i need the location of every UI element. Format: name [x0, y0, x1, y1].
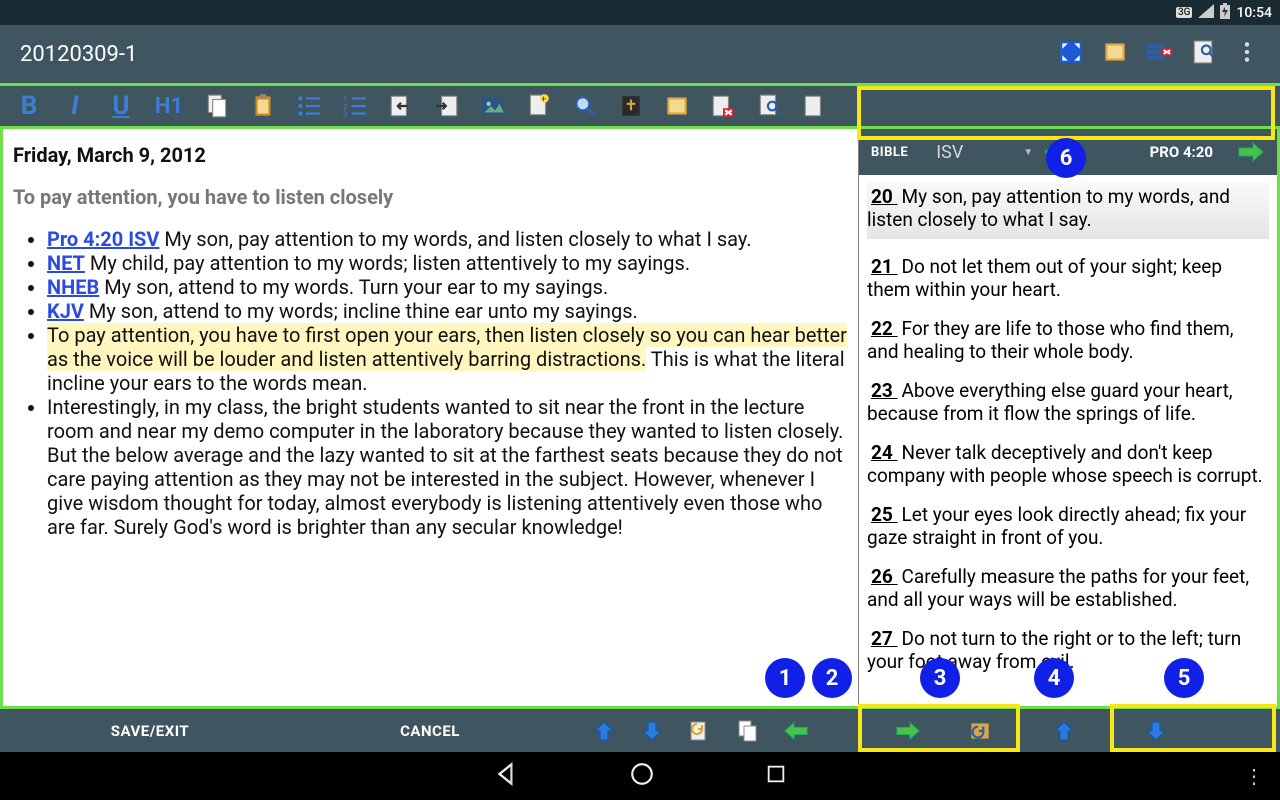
bible-prev-button[interactable] — [772, 708, 820, 754]
verse-text: Do not let them out of your sight; keep … — [867, 255, 1222, 301]
svg-text:+: + — [541, 95, 546, 105]
entry-date: Friday, March 9, 2012 — [13, 143, 848, 167]
list-item: To pay attention, you have to first open… — [47, 323, 848, 395]
signal-icon — [1198, 4, 1214, 22]
verse[interactable]: 27 Do not turn to the right or to the le… — [867, 627, 1269, 673]
verse-ref-link[interactable]: Pro 4:20 ISV — [47, 227, 159, 251]
next-verse-button[interactable] — [1237, 141, 1265, 163]
copy-button[interactable] — [194, 86, 240, 126]
search-button[interactable] — [562, 86, 608, 126]
verse-ref-link[interactable]: KJV — [47, 299, 84, 323]
verse[interactable]: 22 For they are life to those who find t… — [867, 317, 1269, 363]
cancel-button[interactable]: CANCEL — [300, 722, 560, 740]
editor-down-button[interactable] — [628, 708, 676, 754]
verse-ref-link[interactable]: NET — [47, 251, 85, 275]
extra-button[interactable] — [792, 86, 838, 126]
bible-text[interactable]: 20 My son, pay attention to my words, an… — [859, 175, 1277, 706]
list-item: NHEB My son, attend to my words. Turn yo… — [47, 275, 848, 299]
list-item: Pro 4:20 ISV My son, pay attention to my… — [47, 227, 848, 251]
dropdown-icon[interactable]: ▼ — [1023, 147, 1033, 158]
bible-version-select[interactable]: ISV — [936, 142, 963, 163]
verse-number: 21 — [867, 255, 902, 278]
outdent-button[interactable] — [378, 86, 424, 126]
verse[interactable]: 23 Above everything else guard your hear… — [867, 379, 1269, 425]
list-item: NET My child, pay attention to my words;… — [47, 251, 848, 275]
home-button[interactable] — [629, 761, 655, 791]
bottom-action-bar: SAVE/EXIT CANCEL — [0, 706, 1280, 752]
verse-text: Carefully measure the paths for your fee… — [867, 565, 1249, 611]
list-item: Interestingly, in my class, the bright s… — [47, 395, 848, 539]
bible-label: BIBLE — [871, 145, 908, 160]
find-in-doc-button[interactable] — [746, 86, 792, 126]
editor-toolbar: B I U H1 123 + — [0, 83, 1280, 129]
nav-overflow-icon[interactable]: ⋮ — [1244, 764, 1264, 788]
verse-text: My son, pay attention to my words, and l… — [867, 185, 1230, 231]
document-title: 20120309-1 — [20, 42, 137, 67]
verse[interactable]: 26 Carefully measure the paths for your … — [867, 565, 1269, 611]
bible-next-button[interactable] — [884, 708, 932, 754]
save-exit-button[interactable]: SAVE/EXIT — [0, 722, 300, 740]
android-status-bar: 3G 10:54 — [0, 0, 1280, 25]
editor-up-button[interactable] — [580, 708, 628, 754]
verse-number: 25 — [867, 503, 902, 526]
prev-verse-button[interactable] — [1043, 141, 1071, 163]
svg-text:3: 3 — [343, 110, 347, 119]
sync-page-button[interactable] — [676, 708, 724, 754]
verse[interactable]: 21 Do not let them out of your sight; ke… — [867, 255, 1269, 301]
fullscreen-icon[interactable] — [1058, 39, 1084, 69]
paste-button[interactable] — [240, 86, 286, 126]
verse-text: For they are life to those who find them… — [867, 317, 1234, 363]
network-badge: 3G — [1176, 7, 1193, 18]
verse-number: 26 — [867, 565, 902, 588]
bible-refresh-button[interactable] — [956, 708, 1004, 754]
verse-number: 24 — [867, 441, 902, 464]
indent-button[interactable] — [424, 86, 470, 126]
heading-button[interactable]: H1 — [144, 86, 194, 126]
bible-reference[interactable]: PRO 4:20 — [1150, 143, 1213, 161]
recent-apps-button[interactable] — [765, 763, 787, 789]
verse[interactable]: 20 My son, pay attention to my words, an… — [867, 181, 1269, 239]
bible-panel: BIBLE ISV ▼ PRO 4:20 20 My son, pay atte… — [859, 129, 1277, 706]
verse-text: Let your eyes look directly ahead; fix y… — [867, 503, 1246, 549]
underline-button[interactable]: U — [98, 86, 144, 126]
verse[interactable]: 24 Never talk deceptively and don't keep… — [867, 441, 1269, 487]
verse-number: 20 — [867, 185, 902, 208]
book-icon[interactable] — [1102, 39, 1128, 69]
editor-pane[interactable]: Friday, March 9, 2012 To pay attention, … — [3, 129, 859, 706]
list-item: KJV My son, attend to my words; incline … — [47, 299, 848, 323]
bible-scroll-down-button[interactable] — [1132, 708, 1180, 754]
italic-button[interactable]: I — [52, 86, 98, 126]
app-title-bar: 20120309-1 — [0, 25, 1280, 83]
back-button[interactable] — [493, 761, 519, 791]
numbered-list-button[interactable]: 123 — [332, 86, 378, 126]
verse[interactable]: 25 Let your eyes look directly ahead; fi… — [867, 503, 1269, 549]
bible-button[interactable] — [608, 86, 654, 126]
battery-icon — [1220, 3, 1230, 23]
verse-ref-link[interactable]: NHEB — [47, 275, 99, 299]
verse-number: 22 — [867, 317, 902, 340]
new-page-button[interactable]: + — [516, 86, 562, 126]
entry-list: Pro 4:20 ISV My son, pay attention to my… — [13, 227, 848, 539]
bullet-list-button[interactable] — [286, 86, 332, 126]
page-search-icon[interactable] — [1190, 39, 1216, 69]
delete-row-icon[interactable] — [1146, 39, 1172, 69]
bible-scroll-up-button[interactable] — [1040, 708, 1088, 754]
verse-number: 27 — [867, 627, 902, 650]
bold-button[interactable]: B — [6, 86, 52, 126]
image-button[interactable] — [470, 86, 516, 126]
entry-subtitle: To pay attention, you have to listen clo… — [13, 185, 848, 209]
verse-text: Do not turn to the right or to the left;… — [867, 627, 1241, 673]
verse-number: 23 — [867, 379, 902, 402]
commentary-button[interactable] — [654, 86, 700, 126]
close-doc-button[interactable] — [700, 86, 746, 126]
clock: 10:54 — [1236, 5, 1272, 21]
verse-text: Never talk deceptively and don't keep co… — [867, 441, 1263, 487]
overflow-menu-icon[interactable] — [1234, 39, 1260, 69]
verse-text: Above everything else guard your heart, … — [867, 379, 1233, 425]
bible-nav-bar: BIBLE ISV ▼ PRO 4:20 — [859, 129, 1277, 175]
android-nav-bar: ⋮ — [0, 752, 1280, 800]
copy-page-button[interactable] — [724, 708, 772, 754]
